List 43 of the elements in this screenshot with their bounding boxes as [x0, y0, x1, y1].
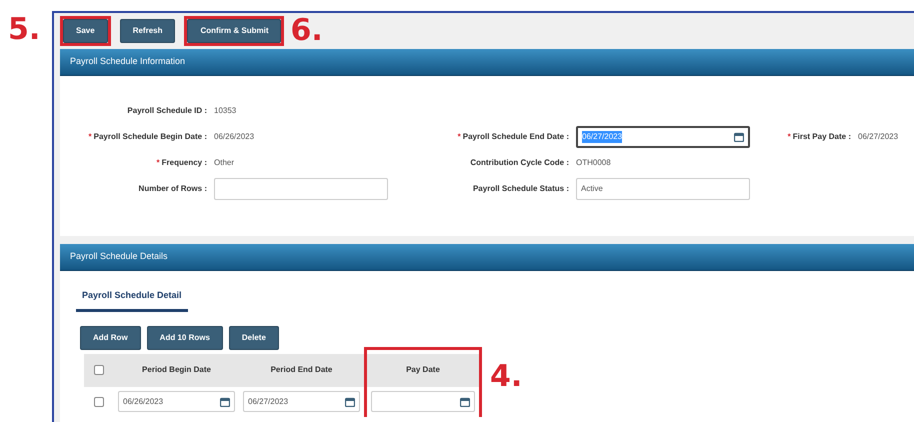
- callout-number: 5.: [8, 12, 40, 47]
- field-value: 10353: [214, 105, 236, 117]
- required-asterisk: *: [788, 131, 791, 143]
- calendar-icon[interactable]: [345, 396, 355, 406]
- field-label: First Pay Date :: [792, 131, 851, 143]
- field-value: OTH0008: [576, 157, 611, 169]
- field-value: 06/27/2023: [858, 131, 898, 143]
- field-label: Payroll Schedule End Date :: [462, 131, 569, 143]
- date-field[interactable]: 06/27/2023: [243, 391, 360, 412]
- required-asterisk: *: [88, 131, 92, 143]
- toolbar-button[interactable]: Confirm & Submit: [187, 19, 282, 43]
- tab[interactable]: Payroll Schedule Detail: [76, 289, 188, 312]
- section-header: Payroll Schedule Information: [60, 49, 914, 76]
- field-label: Payroll Schedule ID :: [127, 105, 207, 117]
- input-field[interactable]: [214, 178, 388, 200]
- callout-number: 4.: [490, 358, 522, 394]
- field-label: Number of Rows :: [138, 183, 207, 195]
- callout-number: 6.: [290, 16, 323, 46]
- field-value: Other: [214, 157, 234, 169]
- column-header: Period End Date: [239, 354, 364, 386]
- field-label: Frequency :: [162, 157, 207, 169]
- required-asterisk: *: [458, 131, 461, 143]
- checkbox[interactable]: [94, 365, 104, 375]
- date-field[interactable]: [371, 391, 475, 412]
- column-header: Period Begin Date: [114, 354, 239, 386]
- field-value: 06/26/2023: [214, 131, 254, 143]
- calendar-icon[interactable]: [460, 396, 470, 406]
- table-button[interactable]: Delete: [228, 326, 279, 350]
- section-header: Payroll Schedule Details: [60, 244, 914, 271]
- field-label: Payroll Schedule Begin Date :: [94, 131, 207, 143]
- toolbar-button[interactable]: Refresh: [120, 19, 176, 43]
- calendar-icon[interactable]: [734, 132, 744, 142]
- checkbox[interactable]: [94, 396, 104, 406]
- required-asterisk: *: [156, 157, 160, 169]
- field-label: Contribution Cycle Code :: [470, 157, 569, 169]
- table-button[interactable]: Add Row: [80, 326, 141, 350]
- table-button[interactable]: Add 10 Rows: [146, 326, 223, 350]
- column-header: Pay Date: [367, 354, 479, 386]
- input-field[interactable]: Active: [576, 178, 750, 200]
- calendar-icon[interactable]: [220, 396, 230, 406]
- toolbar-button[interactable]: Save: [63, 19, 108, 43]
- date-field[interactable]: 06/26/2023: [118, 391, 235, 412]
- field-label: Payroll Schedule Status :: [472, 183, 569, 195]
